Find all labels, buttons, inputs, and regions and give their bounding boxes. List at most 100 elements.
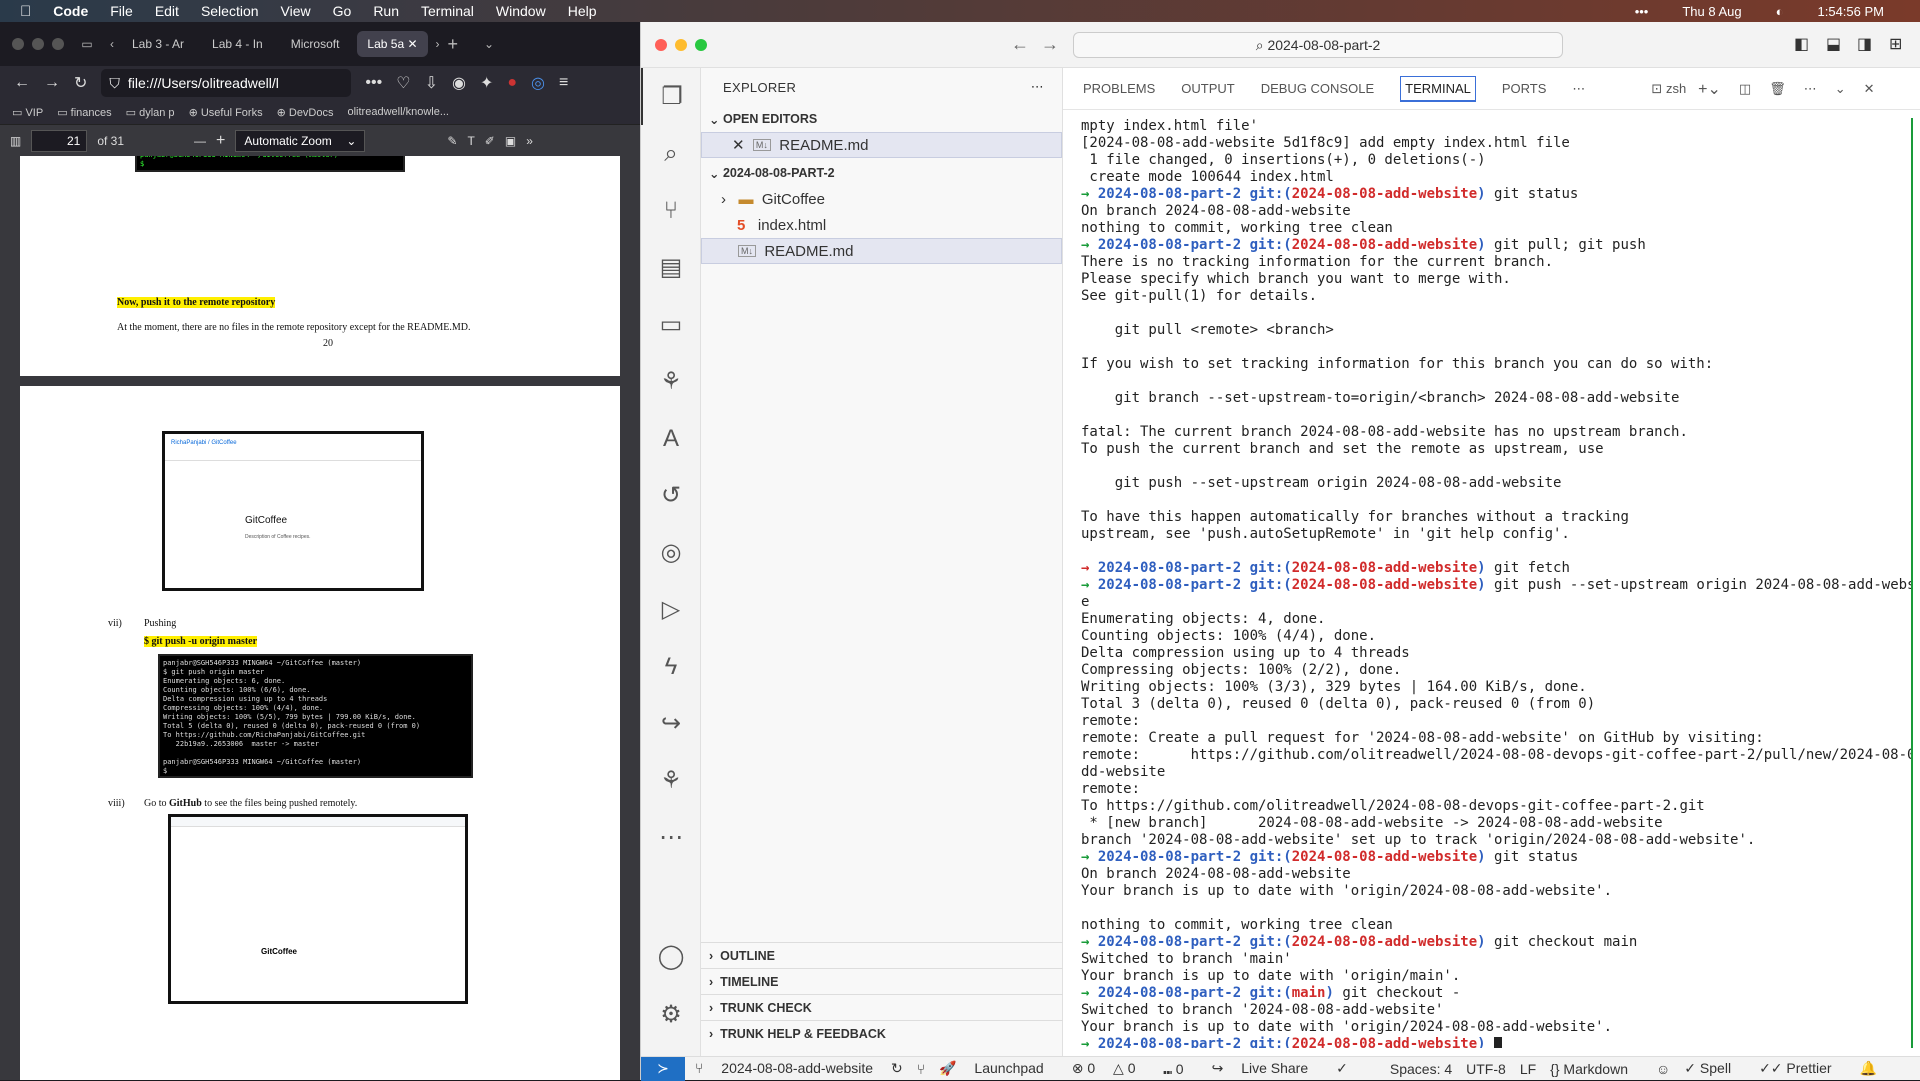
encoding-indicator[interactable]: UTF-8 (1466, 1061, 1506, 1077)
back-icon[interactable]: ← (1011, 34, 1029, 55)
trunk-icon[interactable]: ⚘ (641, 353, 701, 410)
more-icon[interactable]: ⋯ (641, 809, 701, 866)
timeline-section[interactable]: › TIMELINE (701, 968, 1063, 994)
close-icon[interactable]: ✕ (732, 136, 745, 154)
zoom-window-icon[interactable] (695, 39, 707, 51)
tab-lab3[interactable]: Lab 3 - Ar (122, 31, 194, 57)
language-indicator[interactable]: {} Markdown (1550, 1061, 1642, 1077)
page-actions-icon[interactable]: ••• (365, 74, 382, 92)
check-icon[interactable]: ✓ (1336, 1060, 1348, 1077)
menu-view[interactable]: View (281, 3, 311, 19)
menu-terminal[interactable]: Terminal (421, 3, 474, 19)
tab-list-icon[interactable]: ⌄ (484, 37, 494, 51)
puzzle-icon[interactable]: ✦ (480, 73, 493, 93)
menu-help[interactable]: Help (568, 3, 597, 19)
new-tab-icon[interactable]: + (448, 34, 459, 55)
bookmark-dylan[interactable]: ▭ dylan p (126, 106, 175, 119)
menu-file[interactable]: File (110, 3, 133, 19)
draw-icon[interactable]: ✐ (485, 134, 495, 148)
text-tool-icon[interactable]: T (467, 134, 474, 148)
zoom-select[interactable]: Automatic Zoom ⌄ (235, 129, 366, 152)
tab-scroll-right-icon[interactable]: › (436, 37, 440, 51)
problems-indicator[interactable]: ⊗ 0 △ 0 (1072, 1060, 1150, 1077)
live-share-icon[interactable]: ↪ (641, 695, 701, 752)
forward-icon[interactable]: → (44, 74, 60, 92)
bookmark-finances[interactable]: ▭ finances (57, 106, 111, 119)
tab-scroll-left-icon[interactable]: ‹ (110, 37, 114, 51)
more-icon[interactable]: ••• (1635, 4, 1649, 19)
remote-indicator-icon[interactable]: ≻ (641, 1056, 685, 1081)
sidebar-toggle-icon[interactable]: ▥ (10, 134, 21, 148)
zoom-out-icon[interactable]: — (194, 134, 206, 148)
open-editor-readme[interactable]: ✕ M↓ README.md (701, 132, 1062, 158)
indentation-indicator[interactable]: Spaces: 4 (1390, 1061, 1452, 1077)
copilot-icon[interactable]: ☺ (1656, 1061, 1670, 1077)
menubar-date[interactable]: Thu 8 Aug (1682, 4, 1741, 19)
terminal-cursor[interactable] (1494, 1036, 1503, 1048)
menu-go[interactable]: Go (333, 3, 352, 19)
trunk-tree-icon[interactable]: ⚘ (641, 752, 701, 809)
hamburger-menu-icon[interactable]: ≡ (559, 74, 568, 92)
panel-more-icon[interactable]: ⋯ (1572, 81, 1585, 97)
pocket-icon[interactable]: ♡ (396, 73, 410, 93)
toggle-panel-icon[interactable]: ⬓ (1826, 34, 1841, 54)
close-window-icon[interactable] (655, 39, 667, 51)
minimize-window-icon[interactable] (32, 38, 44, 50)
tab-output[interactable]: OUTPUT (1181, 81, 1234, 96)
terminal-shell[interactable]: ⊡ zsh (1651, 81, 1686, 97)
zoom-in-icon[interactable]: + (216, 132, 225, 150)
tab-microsoft[interactable]: Microsoft (281, 31, 350, 57)
close-window-icon[interactable] (12, 38, 24, 50)
outline-section[interactable]: › OUTLINE (701, 942, 1063, 968)
timeline-history-icon[interactable]: ↺ (641, 467, 701, 524)
menu-app[interactable]: Code (53, 3, 88, 19)
tab-lab5a[interactable]: Lab 5a ✕ (357, 31, 428, 57)
azure-icon[interactable]: A (641, 410, 701, 467)
open-editors-section[interactable]: ⌄ OPEN EDITORS (701, 106, 1062, 132)
forward-icon[interactable]: → (1041, 34, 1059, 55)
tab-ports[interactable]: PORTS (1502, 81, 1547, 96)
split-terminal-icon[interactable]: ◫ (1739, 81, 1751, 97)
extension-icon[interactable]: ◉ (452, 73, 466, 93)
comments-icon[interactable]: ▭ (641, 296, 701, 353)
trash-icon[interactable]: 🗑 (1769, 81, 1786, 97)
menu-selection[interactable]: Selection (201, 3, 259, 19)
gear-icon[interactable]: ⚙ (641, 986, 701, 1043)
minimize-window-icon[interactable] (675, 39, 687, 51)
ports-indicator[interactable]: ⑉ 0 (1163, 1061, 1197, 1077)
explorer-icon[interactable]: ❐ (641, 68, 701, 125)
prettier-indicator[interactable]: ✓✓ Prettier (1759, 1060, 1845, 1077)
tab-problems[interactable]: PROBLEMS (1083, 81, 1155, 96)
customize-layout-icon[interactable]: ⊞ (1889, 34, 1902, 54)
source-control-icon[interactable]: ⑂ (641, 182, 701, 239)
chevron-down-icon[interactable]: ⌄ (1835, 81, 1846, 97)
search-icon[interactable]: ⌕ (641, 125, 701, 182)
bell-icon[interactable]: 🔔 (1860, 1060, 1877, 1077)
remote-explorer-icon[interactable]: ◎ (641, 524, 701, 581)
tab-terminal[interactable]: TERMINAL (1400, 75, 1476, 102)
explorer-more-icon[interactable]: ⋯ (1031, 79, 1044, 95)
spell-indicator[interactable]: ✓ Spell (1684, 1060, 1745, 1077)
trunk-check-section[interactable]: › TRUNK CHECK (701, 994, 1063, 1020)
terminal-more-icon[interactable]: ⋯ (1804, 81, 1817, 97)
command-center[interactable]: ⌕ 2024-08-08-part-2 (1073, 32, 1563, 58)
tab-overview-icon[interactable]: ▭ (72, 37, 102, 51)
back-icon[interactable]: ← (14, 74, 30, 92)
apple-icon[interactable]:  (20, 3, 31, 20)
pdf-viewport[interactable]: panjabr@SGH546P333 MINGW64 ~/GitCoffee (… (0, 156, 640, 1080)
tree-item-readme[interactable]: M↓ README.md (701, 238, 1062, 264)
folder-section[interactable]: ⌄ 2024-08-08-PART-2 (701, 160, 1062, 186)
toggle-secondary-sidebar-icon[interactable]: ◨ (1857, 34, 1872, 54)
page-number-input[interactable]: 21 (31, 129, 88, 152)
menubar-time[interactable]: 1:54:56 PM (1818, 4, 1885, 19)
eol-indicator[interactable]: LF (1520, 1061, 1536, 1077)
notebook-icon[interactable]: ▤ (641, 239, 701, 296)
ublock-icon[interactable]: ● (507, 74, 517, 92)
zoom-window-icon[interactable] (52, 38, 64, 50)
highlight-icon[interactable]: ✎ (447, 134, 457, 148)
bookmark-useful-forks[interactable]: ⊕ Useful Forks (189, 106, 263, 119)
menu-window[interactable]: Window (496, 3, 546, 19)
menu-edit[interactable]: Edit (155, 3, 179, 19)
tree-item-gitcoffee[interactable]: › ▬ GitCoffee (701, 186, 1062, 212)
git-graph-icon[interactable]: ⑂ (917, 1061, 925, 1077)
